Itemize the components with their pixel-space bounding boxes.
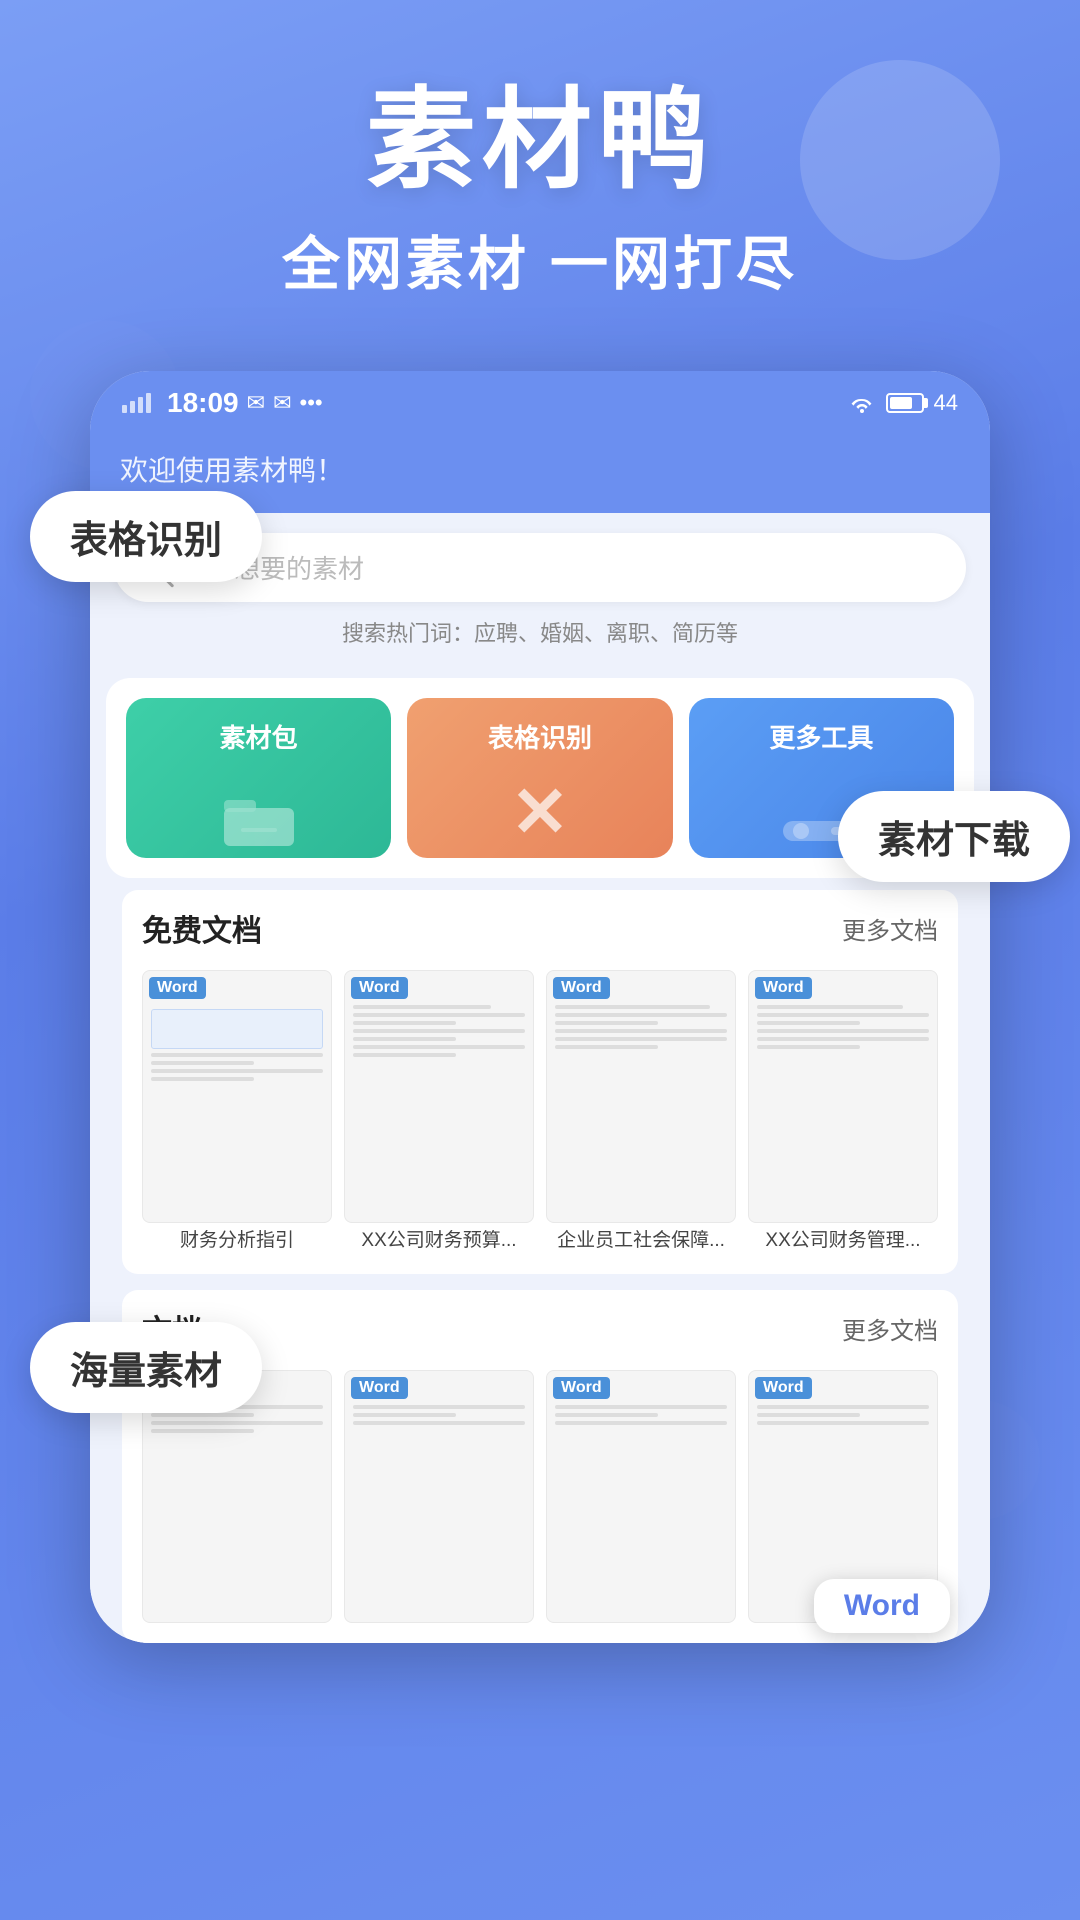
status-left: 18:09 ✉ ✉ •••	[122, 387, 323, 419]
status-time: 18:09	[167, 387, 239, 419]
second-docs-more[interactable]: 更多文档	[842, 1311, 938, 1346]
battery-fill	[890, 397, 913, 409]
free-docs-grid: Word 财务分析指引	[122, 960, 958, 1274]
tool-card-label-3: 更多工具	[769, 718, 873, 755]
folder-icon	[219, 790, 299, 850]
float-label-mass: 海量素材	[30, 1322, 262, 1413]
doc-thumb-1: Word	[142, 970, 332, 1223]
battery-level: 44	[934, 390, 958, 416]
status-bar: 18:09 ✉ ✉ ••• 44	[90, 371, 990, 429]
doc-item-2[interactable]: Word XX公司财务预算...	[344, 970, 534, 1254]
free-docs-header: 免费文档 更多文档	[122, 890, 958, 960]
float-label-table: 表格识别	[30, 491, 262, 582]
x-icon: ✕	[511, 771, 570, 853]
doc-item-1[interactable]: Word 财务分析指引	[142, 970, 332, 1254]
app-subtitle: 全网素材 一网打尽	[60, 217, 1020, 301]
doc-thumb-2: Word	[344, 970, 534, 1223]
word-badge-4: Word	[755, 977, 812, 999]
more-icon: •••	[300, 390, 323, 416]
hero-section: 素材鸭 全网素材 一网打尽	[0, 0, 1080, 341]
doc-name-2: XX公司财务预算...	[361, 1229, 516, 1254]
free-docs-more[interactable]: 更多文档	[842, 911, 938, 946]
doc-name-1: 财务分析指引	[180, 1229, 294, 1254]
doc-line-3	[151, 1069, 323, 1073]
app-content: 欢迎使用素材鸭！ 搜索想要的素材 搜索热门词：应聘、婚姻、离职、简历等 素材包	[90, 429, 990, 1643]
notification-icon-1: ✉	[247, 390, 265, 416]
wifi-icon	[848, 392, 876, 414]
app-title: 素材鸭	[60, 80, 1020, 201]
bottom-word-badge-2: Word	[351, 1377, 408, 1399]
status-icons: 44	[848, 390, 958, 416]
bottom-doc-thumb-3: Word	[546, 1370, 736, 1623]
signal-bars	[122, 393, 151, 413]
notification-icon-2: ✉	[273, 390, 291, 416]
word-badge-3: Word	[553, 977, 610, 999]
signal-bar-1	[122, 405, 127, 413]
tool-card-label-1: 素材包	[220, 718, 298, 755]
doc-thumb-4: Word	[748, 970, 938, 1223]
doc-item-4[interactable]: Word XX公司财务管理...	[748, 970, 938, 1254]
bottom-word-badge-4: Word	[755, 1377, 812, 1399]
bottom-doc-item-3[interactable]: Word	[546, 1370, 736, 1623]
tool-card-table[interactable]: 表格识别 ✕	[407, 698, 672, 858]
bottom-doc-thumb-2: Word	[344, 1370, 534, 1623]
doc-name-3: 企业员工社会保障...	[557, 1229, 725, 1254]
tool-card-label-2: 表格识别	[488, 718, 592, 755]
word-badge-1: Word	[149, 977, 206, 999]
phone-mockup: 表格识别 素材下载 海量素材 18:09 ✉ ✉ •••	[90, 371, 990, 1643]
doc-thumb-3: Word	[546, 970, 736, 1223]
welcome-text: 欢迎使用素材鸭！	[120, 455, 344, 486]
bottom-word-badge-3: Word	[553, 1377, 610, 1399]
word-bottom-label: Word	[814, 1579, 950, 1633]
signal-bar-4	[146, 393, 151, 413]
doc-line-1	[151, 1053, 323, 1057]
free-docs-section: 免费文档 更多文档 Word	[106, 890, 974, 1274]
doc-name-4: XX公司财务管理...	[765, 1229, 920, 1254]
doc-line-4	[151, 1077, 254, 1081]
tool-card-materials[interactable]: 素材包	[126, 698, 391, 858]
doc-item-3[interactable]: Word 企业员工社会保障...	[546, 970, 736, 1254]
word-badge-2: Word	[351, 977, 408, 999]
float-label-download: 素材下载	[838, 791, 1070, 882]
doc-table-line	[151, 1009, 323, 1049]
signal-bar-2	[130, 401, 135, 413]
bottom-doc-item-2[interactable]: Word	[344, 1370, 534, 1623]
battery-icon	[886, 393, 924, 413]
hot-search-text: 搜索热门词：应聘、婚姻、离职、简历等	[114, 616, 966, 656]
signal-bar-3	[138, 397, 143, 413]
doc-line-2	[151, 1061, 254, 1065]
free-docs-title: 免费文档	[142, 906, 262, 950]
